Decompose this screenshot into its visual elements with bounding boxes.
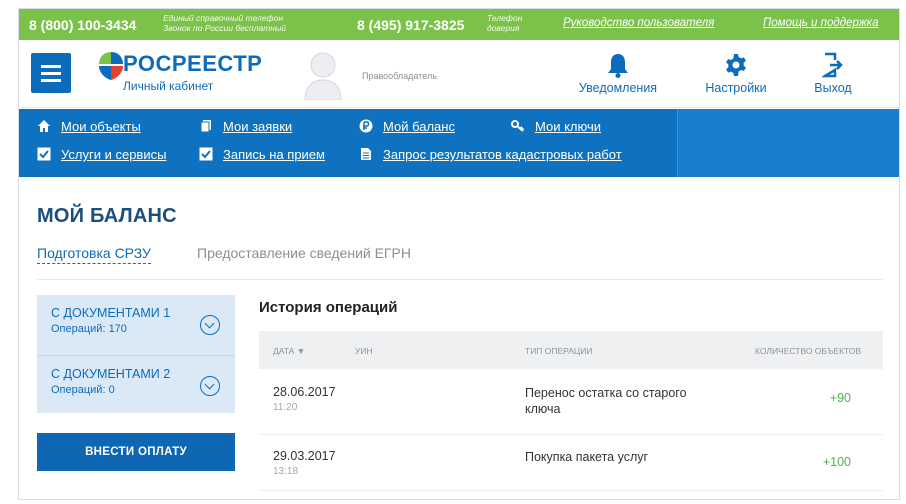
row-date: 29.03.2017 <box>273 449 336 463</box>
checkbox-icon <box>199 147 213 161</box>
copy-icon <box>200 120 211 133</box>
page-title: МОЙ БАЛАНС <box>37 205 177 227</box>
nav-right-pane <box>677 109 899 177</box>
nav-appointment[interactable]: Запись на прием <box>199 147 325 162</box>
document-icon <box>361 148 371 160</box>
menu-bar <box>41 65 61 68</box>
exit-button[interactable]: Выход <box>795 52 871 95</box>
notifications-label: Уведомления <box>578 81 658 95</box>
logo-title: РОСРЕЕСТР <box>123 51 263 76</box>
nav-label: Мои заявки <box>223 119 293 134</box>
menu-bar <box>41 72 61 75</box>
owner-label: Правообладатель <box>362 71 437 81</box>
nav-label: Мой баланс <box>383 119 455 134</box>
settings-label: Настройки <box>705 81 767 95</box>
bell-icon <box>608 54 628 78</box>
hotline-phone[interactable]: 8 (800) 100-3434 <box>29 17 136 33</box>
nav-my-requests[interactable]: Мои заявки <box>199 119 292 134</box>
ruble-icon <box>359 119 373 133</box>
trust-note: Телефон доверия <box>487 13 523 33</box>
make-payment-button[interactable]: ВНЕСТИ ОПЛАТУ <box>37 433 235 471</box>
logout-icon <box>822 52 843 78</box>
balance-panels: С ДОКУМЕНТАМИ 1 Операций: 170 С ДОКУМЕНТ… <box>37 295 235 413</box>
tab-srzu[interactable]: Подготовка СРЗУ <box>37 245 151 264</box>
nav-my-objects[interactable]: Мои объекты <box>37 119 141 134</box>
row-date: 28.06.2017 <box>273 385 336 399</box>
balance-item-ops: Операций: 0 <box>51 384 115 396</box>
balance-item-docs-1[interactable]: С ДОКУМЕНТАМИ 1 Операций: 170 <box>37 295 235 353</box>
checkbox-icon <box>37 147 51 161</box>
history-title: История операций <box>259 299 398 316</box>
nav-label: Услуги и сервисы <box>61 147 167 162</box>
settings-button[interactable]: Настройки <box>691 52 781 95</box>
tab-egrn[interactable]: Предоставление сведений ЕГРН <box>197 245 411 261</box>
notifications-button[interactable]: Уведомления <box>563 52 673 95</box>
app-frame: 8 (800) 100-3434 Единый справочный телеф… <box>18 8 900 500</box>
balance-item-docs-2[interactable]: С ДОКУМЕНТАМИ 2 Операций: 0 <box>37 355 235 413</box>
main-nav: Мои объекты Мои заявки Мой баланс Мои кл… <box>19 109 899 177</box>
nav-my-balance[interactable]: Мой баланс <box>359 119 455 134</box>
table-row: 28.06.2017 11:20 Перенос остатка со стар… <box>259 371 883 435</box>
chevron-down-icon[interactable] <box>200 315 220 335</box>
home-icon <box>38 120 50 132</box>
trust-phone[interactable]: 8 (495) 917-3825 <box>357 17 464 33</box>
key-icon <box>511 120 525 132</box>
column-uin: УИН <box>355 346 373 356</box>
row-count: +100 <box>822 455 851 469</box>
table-row: 29.03.2017 13:18 Покупка пакета услуг +1… <box>259 435 883 491</box>
balance-item-title: С ДОКУМЕНТАМИ 2 <box>51 367 171 381</box>
user-manual-link[interactable]: Руководство пользователя <box>563 17 714 29</box>
row-time: 11:20 <box>273 402 298 413</box>
gear-icon <box>726 54 746 76</box>
nav-label: Мои объекты <box>61 119 141 134</box>
avatar-icon[interactable] <box>303 48 343 100</box>
hotline-note: Единый справочный телефон Звонок по Росс… <box>163 13 286 33</box>
row-count: +90 <box>829 391 851 405</box>
header: РОСРЕЕСТР Личный кабинет Правообладатель… <box>19 40 899 108</box>
row-time: 13:18 <box>273 466 299 477</box>
info-bar: 8 (800) 100-3434 Единый справочный телеф… <box>19 9 899 40</box>
nav-services[interactable]: Услуги и сервисы <box>37 147 166 162</box>
help-support-link[interactable]: Помощь и поддержка <box>763 17 878 29</box>
balance-item-ops: Операций: 170 <box>51 323 127 335</box>
nav-cadastral-results[interactable]: Запрос результатов кадастровых работ <box>359 147 622 162</box>
menu-button[interactable] <box>31 53 71 93</box>
nav-label: Запись на прием <box>223 147 325 162</box>
exit-label: Выход <box>814 81 852 95</box>
row-type: Перенос остатка со старого ключа <box>525 386 687 416</box>
tabs-divider <box>37 279 883 280</box>
row-type: Покупка пакета услуг <box>525 450 649 464</box>
nav-label: Мои ключи <box>535 119 601 134</box>
balance-item-title: С ДОКУМЕНТАМИ 1 <box>51 306 171 320</box>
nav-label: Запрос результатов кадастровых работ <box>383 147 622 162</box>
menu-bar <box>41 79 61 82</box>
column-type: ТИП ОПЕРАЦИИ <box>525 346 593 356</box>
column-count: КОЛИЧЕСТВО ОБЪЕКТОВ <box>755 346 862 356</box>
logo-subtitle: Личный кабинет <box>123 79 214 93</box>
nav-my-keys[interactable]: Мои ключи <box>511 119 601 134</box>
history-table-header: ДАТА ▼ УИН ТИП ОПЕРАЦИИ КОЛИЧЕСТВО ОБЪЕК… <box>259 331 883 369</box>
column-date[interactable]: ДАТА ▼ <box>273 346 305 356</box>
chevron-down-icon[interactable] <box>200 376 220 396</box>
